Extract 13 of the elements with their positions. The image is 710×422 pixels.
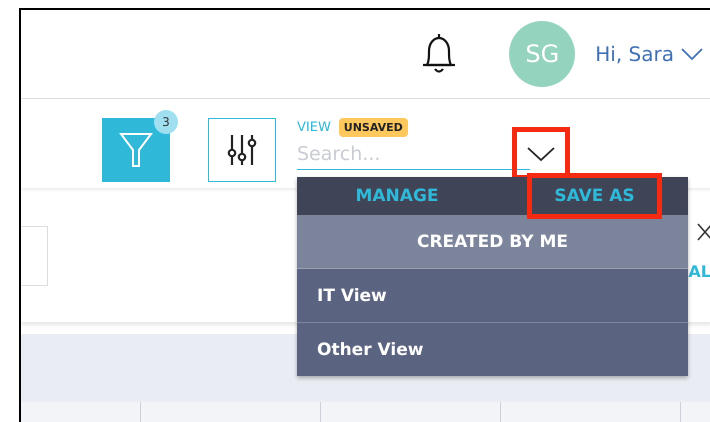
filter-count-badge: 3 (154, 110, 178, 134)
menu-action[interactable]: SAVE AS (527, 173, 662, 219)
view-label: VIEW (297, 120, 331, 134)
menu-item[interactable]: Other View (297, 323, 688, 376)
menu-section-header: CREATED BY ME (297, 215, 688, 269)
text-field[interactable] (21, 226, 48, 286)
menu-item[interactable]: IT View (297, 269, 688, 323)
chevron-down-icon (680, 47, 704, 61)
user-menu[interactable]: Hi, Sara (595, 42, 704, 66)
close-icon[interactable] (696, 222, 710, 242)
unsaved-badge: UNSAVED (338, 118, 408, 136)
settings-button[interactable] (208, 118, 276, 182)
sliders-icon (226, 132, 258, 166)
